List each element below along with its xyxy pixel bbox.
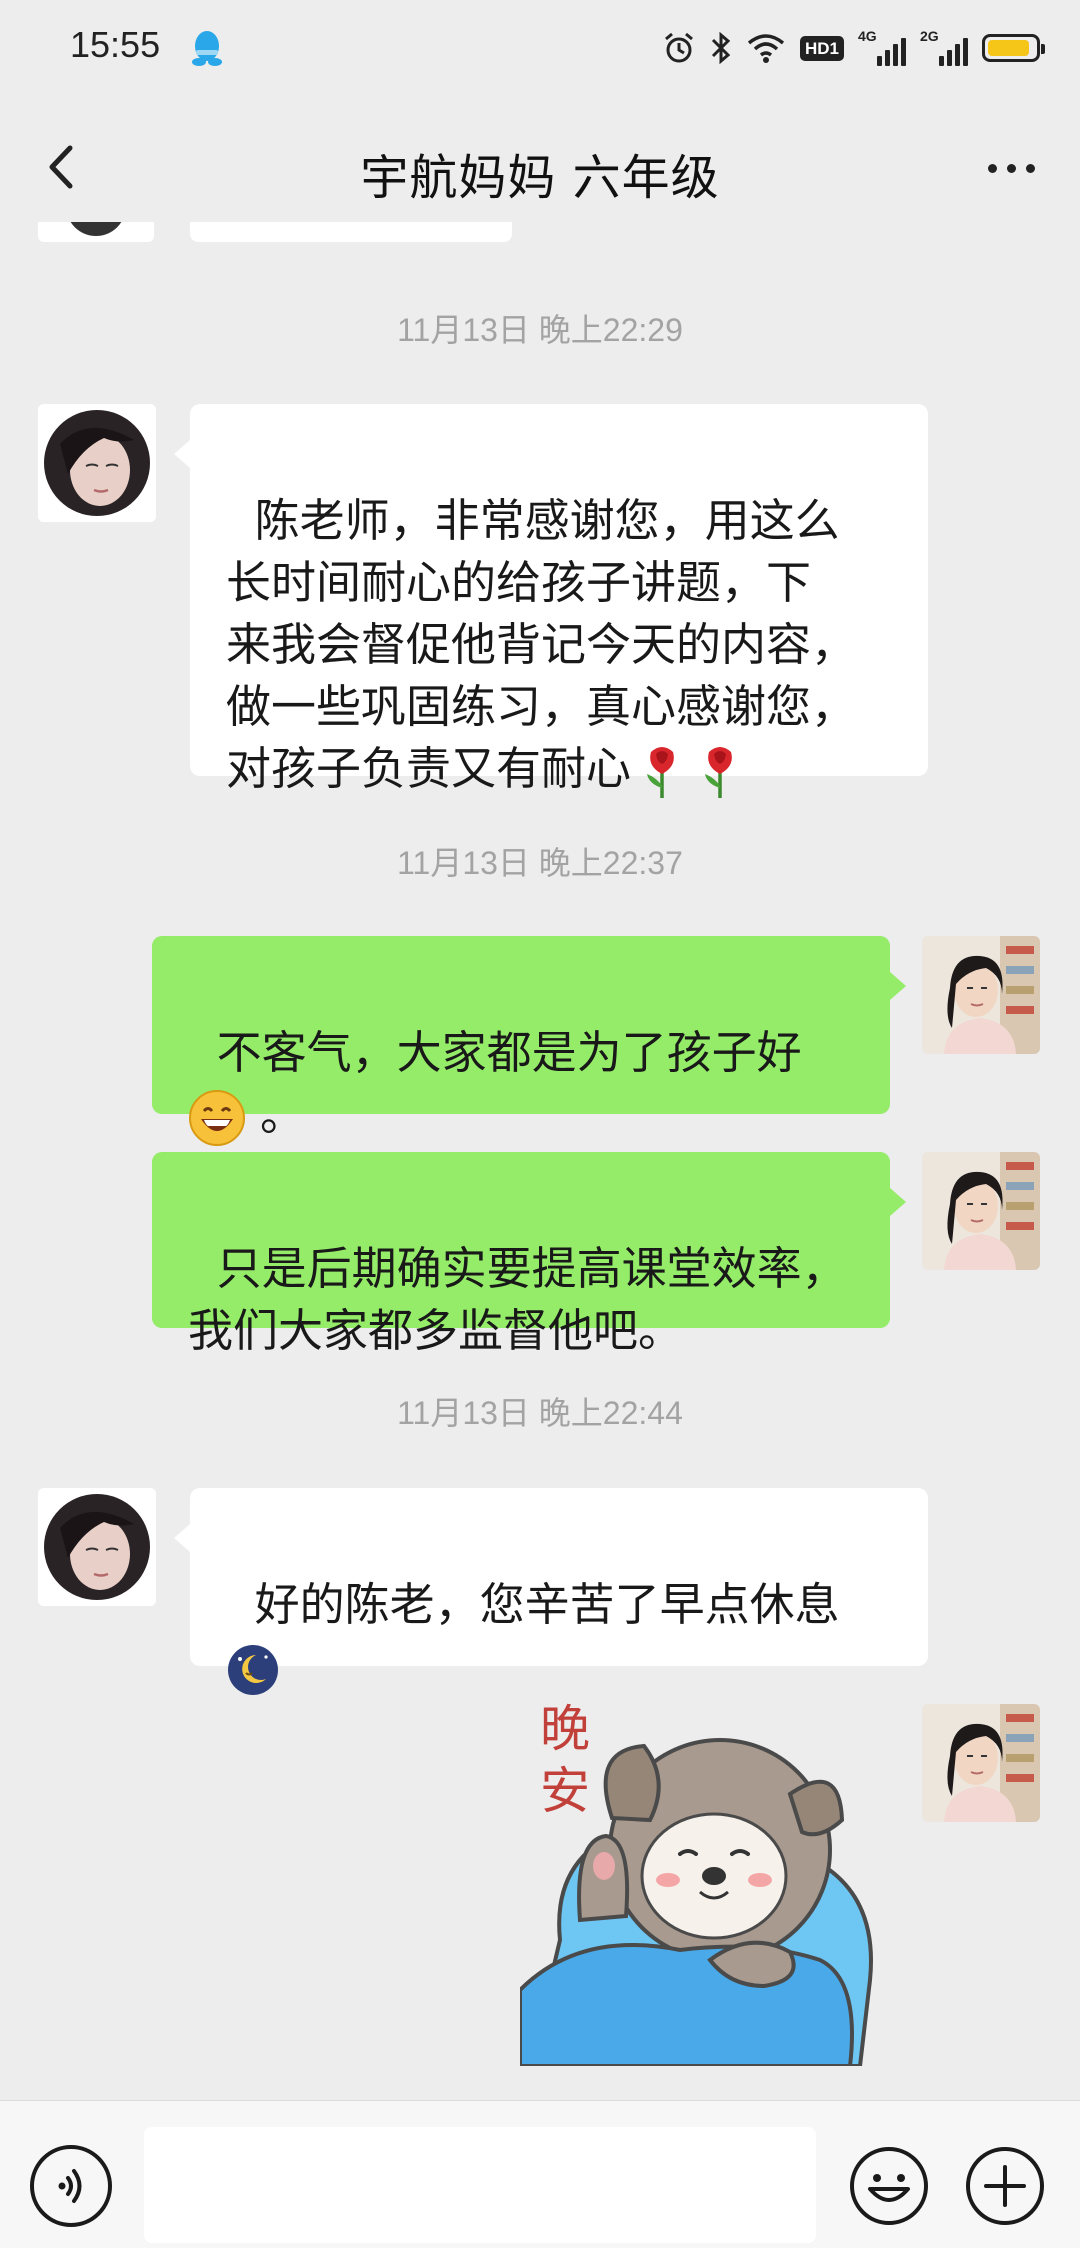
sleepy-moon-icon [228,1645,278,1695]
message-text: 不客气，大家都是为了孩子好 [216,1026,802,1079]
status-bar: 15:55 HD1 4G 2G [0,0,1080,100]
wifi-icon [747,34,785,63]
status-time: 15:55 [70,24,161,65]
my-avatar[interactable] [922,936,1040,1054]
input-bar [0,2100,1080,2248]
battery-icon [982,34,1045,62]
qq-penguin-icon [192,31,222,66]
contact-avatar[interactable] [38,404,156,522]
signal-4g-icon: 4G [858,28,906,68]
sticker-text: 安 [540,1762,590,1820]
message-text: 只是后期确实要提高课堂效率， 我们大家都多监督他吧。 [188,1242,847,1357]
rose-icon [647,747,674,798]
outgoing-message-bubble[interactable]: 不客气，大家都是为了孩子好。 [152,936,906,1146]
message-text-suffix: 。 [260,1088,306,1141]
contact-avatar[interactable] [38,1488,156,1606]
network-label-2g: 2G [920,28,939,44]
plus-icon[interactable] [964,2145,1046,2227]
message-bubble[interactable] [190,222,512,242]
bluetooth-icon [711,31,731,65]
chat-header: 宇航妈妈 六年级 [0,100,1080,240]
voice-icon[interactable] [30,2145,112,2227]
status-icons: HD1 4G 2G [662,26,1045,70]
message-text: 好的陈老，您辛苦了早点休息 [254,1578,840,1631]
incoming-message-bubble[interactable]: 陈老师，非常感谢您，用这么 长时间耐心的给孩子讲题，下 来我会督促他背记今天的内… [174,404,928,798]
message-timestamp: 11月13日 晚上22:44 [397,1395,683,1431]
my-avatar[interactable] [922,1152,1040,1270]
rose-icon [705,747,732,798]
previous-message-partial [0,222,1080,248]
alarm-icon [665,32,693,63]
chat-title: 宇航妈妈 六年级 [360,150,720,206]
message-text: 陈老师，非常感谢您，用这么 长时间耐心的给孩子讲题，下 来我会督促他背记今天的内… [226,494,857,795]
message-input[interactable] [144,2127,816,2243]
more-options-icon[interactable] [976,148,1046,188]
sticker-text: 晚 [540,1700,590,1758]
signal-2g-icon: 2G [920,28,968,68]
network-label-4g: 4G [858,28,877,44]
message-timestamp: 11月13日 晚上22:37 [397,845,683,881]
my-avatar[interactable] [922,1704,1040,1822]
message-timestamp: 11月13日 晚上22:29 [397,312,683,348]
outgoing-message-bubble[interactable]: 只是后期确实要提高课堂效率， 我们大家都多监督他吧。 [152,1152,906,1357]
avatar [38,222,154,242]
incoming-message-bubble[interactable]: 好的陈老，您辛苦了早点休息 [174,1488,928,1695]
grin-icon [189,1090,245,1146]
emoji-face-icon[interactable] [848,2145,930,2227]
hd-badge: HD1 [799,35,844,61]
sleeping-dog-sticker[interactable]: 晚 安 [520,1690,900,2066]
